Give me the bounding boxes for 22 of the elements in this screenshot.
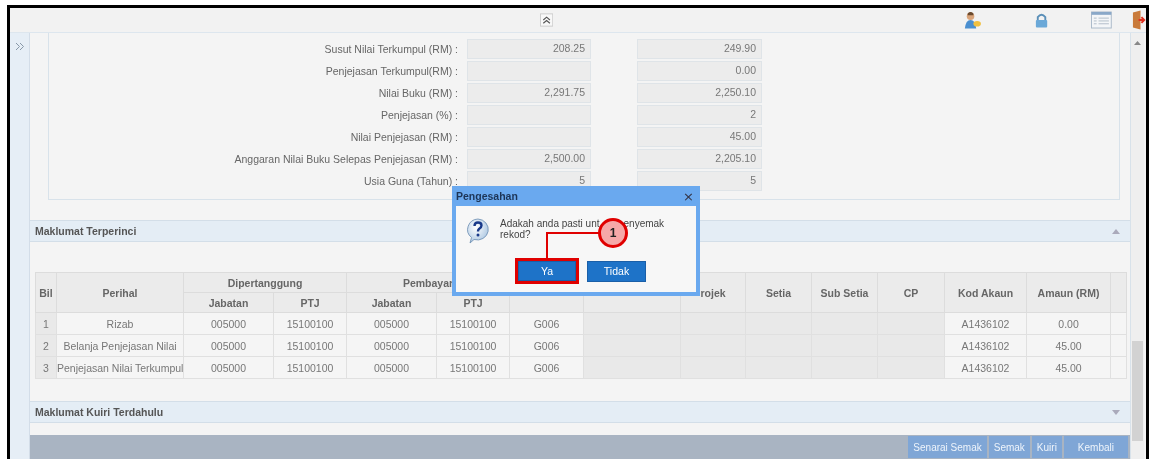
field-label: Penjejasan (%) : bbox=[379, 109, 458, 121]
message-text: Adakah anda pasti unt bbox=[500, 218, 600, 229]
column-header: Sub Setia bbox=[811, 272, 878, 313]
column-header: Amaun (RM) bbox=[1026, 272, 1111, 313]
table-cell: 3 bbox=[35, 356, 57, 379]
message-text: rekod? bbox=[500, 229, 531, 240]
field-label: Nilai Buku (RM) : bbox=[377, 87, 458, 99]
field-label: Susut Nilai Terkumpul (RM) : bbox=[323, 43, 458, 55]
column-header: Kod Akaun bbox=[944, 272, 1027, 313]
field-label: Penjejasan Terkumpul(RM) : bbox=[324, 65, 458, 77]
field-label: Usia Guna (Tahun) : bbox=[363, 175, 458, 187]
dialog-title: Pengesahan bbox=[456, 190, 518, 202]
field-label: Nilai Penjejasan (RM) : bbox=[349, 131, 458, 143]
field-label: Anggaran Nilai Buku Selepas Penjejasan (RM) : bbox=[233, 153, 458, 165]
column-header: Dipertanggung bbox=[183, 272, 347, 293]
table-cell: 1 bbox=[35, 312, 57, 335]
column-header: Bil bbox=[35, 272, 57, 313]
column-header: Perihal bbox=[56, 272, 184, 313]
column-header: Setia bbox=[745, 272, 812, 313]
column-header: CP bbox=[877, 272, 945, 313]
table-cell: 2 bbox=[35, 334, 57, 357]
message-text: enyemak bbox=[623, 218, 665, 229]
